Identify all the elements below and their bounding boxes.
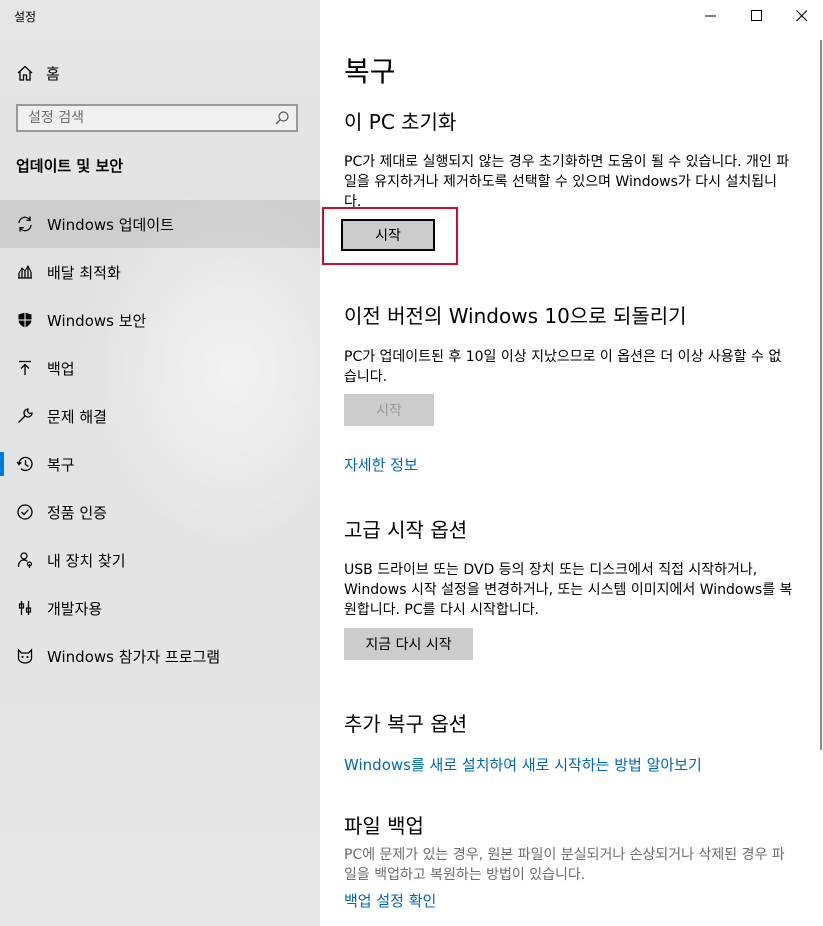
sidebar-item-label: Windows 참가자 프로그램 [47,647,221,666]
file-backup-heading: 파일 백업 [344,814,424,838]
sidebar-item-label: 정품 인증 [47,503,107,522]
insider-cat-icon [17,648,33,664]
reset-heading: 이 PC 초기화 [344,110,457,134]
more-recovery-heading: 추가 복구 옵션 [344,712,468,736]
file-backup-description: PC에 문제가 있는 경우, 원본 파일이 분실되거나 손상되거나 삭제된 경우… [344,847,785,883]
sidebar: 설정 홈 업데이트 및 보안 Windows 업데이트 배달 최적화 [0,0,320,926]
person-location-icon [17,552,33,568]
sidebar-item-label: 개발자용 [47,599,103,618]
home-icon [17,65,33,81]
sidebar-item-label: 백업 [47,359,75,378]
rollback-heading: 이전 버전의 Windows 10으로 되돌리기 [344,304,687,328]
sidebar-item-backup[interactable]: 백업 [0,344,320,392]
search-box[interactable] [16,104,298,132]
advanced-startup-description: USB 드라이브 또는 DVD 등의 장치 또는 디스크에서 직접 시작하거나,… [344,562,793,618]
more-info-link[interactable]: 자세한 정보 [344,454,418,475]
fresh-install-link[interactable]: Windows를 새로 설치하여 새로 시작하는 방법 알아보기 [344,754,702,775]
scrollbar[interactable] [820,40,822,750]
sidebar-item-label: 복구 [47,455,75,474]
maximize-button[interactable] [746,5,768,27]
sidebar-item-activation[interactable]: 정품 인증 [0,488,320,536]
reset-description: PC가 제대로 실행되지 않는 경우 초기화하면 도움이 될 수 있습니다. 개… [344,154,790,210]
sidebar-item-for-developers[interactable]: 개발자용 [0,584,320,632]
wrench-icon [18,408,33,423]
sidebar-item-label: 문제 해결 [47,407,107,426]
restart-now-button[interactable]: 지금 다시 시작 [344,628,473,660]
developer-tools-icon [18,601,32,615]
sidebar-item-windows-insider[interactable]: Windows 참가자 프로그램 [0,632,320,680]
minimize-button[interactable] [700,5,722,27]
app-title: 설정 [14,10,37,24]
search-icon[interactable] [274,110,290,126]
sidebar-item-windows-update[interactable]: Windows 업데이트 [0,200,320,248]
backup-settings-link[interactable]: 백업 설정 확인 [344,890,436,911]
sidebar-item-find-my-device[interactable]: 내 장치 찾기 [0,536,320,584]
home-label: 홈 [46,64,60,83]
close-button[interactable] [791,5,813,27]
section-title: 업데이트 및 보안 [16,157,124,175]
highlight-box [322,207,458,265]
sidebar-item-label: Windows 보안 [47,311,147,330]
sync-icon [18,216,32,232]
sidebar-item-windows-security[interactable]: Windows 보안 [0,296,320,344]
delivery-icon [18,264,32,279]
shield-icon [18,312,32,328]
sidebar-item-label: 배달 최적화 [47,263,121,282]
sidebar-item-label: Windows 업데이트 [47,215,174,234]
sidebar-item-label: 내 장치 찾기 [47,551,126,570]
check-circle-icon [17,504,33,520]
sidebar-item-recovery[interactable]: 복구 [0,440,320,488]
rollback-description: PC가 업데이트된 후 10일 이상 지났으므로 이 옵션은 더 이상 사용할 … [344,349,782,385]
rollback-start-button[interactable]: 시작 [344,394,434,426]
home-nav[interactable]: 홈 [16,62,60,84]
advanced-startup-heading: 고급 시작 옵션 [344,518,468,542]
sidebar-item-delivery-optimization[interactable]: 배달 최적화 [0,248,320,296]
search-input[interactable] [18,109,274,127]
sidebar-item-troubleshoot[interactable]: 문제 해결 [0,392,320,440]
page-title: 복구 [344,55,396,88]
history-icon [16,456,33,472]
backup-arrow-icon [19,360,31,375]
sidebar-nav: Windows 업데이트 배달 최적화 Windows 보안 백업 문제 해결 … [0,200,320,680]
